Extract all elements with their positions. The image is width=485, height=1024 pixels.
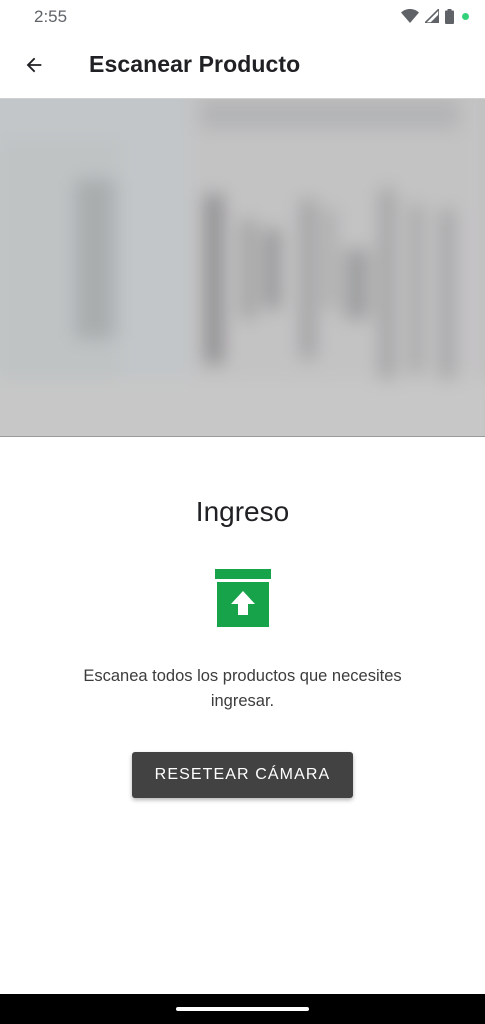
status-icons (401, 8, 469, 24)
archive-upload-icon (214, 569, 272, 627)
wifi-icon (401, 9, 419, 23)
back-button[interactable] (16, 47, 52, 83)
status-time: 2:55 (34, 7, 68, 26)
scan-product-screen: 2:55 Escanear Producto Ingreso Escanea t… (0, 0, 485, 1024)
camera-preview[interactable] (0, 98, 485, 437)
app-bar: Escanear Producto (0, 32, 485, 98)
gesture-handle[interactable] (176, 1007, 309, 1011)
instruction-text: Escanea todos los productos que necesite… (83, 667, 402, 710)
signal-icon (425, 9, 439, 23)
arrow-back-icon (26, 57, 42, 73)
privacy-indicator-dot (462, 12, 469, 20)
status-bar: 2:55 (0, 0, 485, 32)
navigation-bar (0, 994, 485, 1024)
reset-camera-button[interactable]: RESETEAR CÁMARA (132, 752, 353, 798)
page-title: Escanear Producto (89, 51, 301, 77)
camera-feed-image (0, 99, 485, 436)
battery-icon (445, 8, 454, 24)
mode-title: Ingreso (195, 496, 290, 527)
